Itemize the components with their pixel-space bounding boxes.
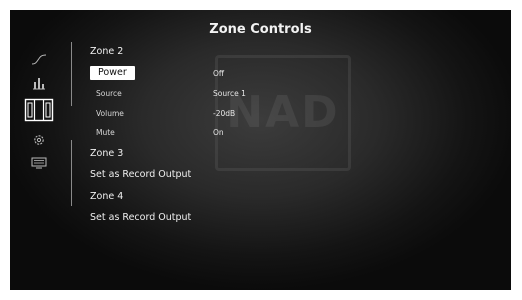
sliders-icon[interactable]: [22, 71, 56, 95]
sidebar-divider: [71, 42, 72, 106]
zone4-record-output[interactable]: Set as Record Output: [90, 212, 191, 223]
setting-power-label[interactable]: Power: [98, 67, 127, 78]
background-logo: NAD: [215, 55, 351, 171]
page-title: Zone Controls: [209, 22, 312, 37]
eq-wave-icon[interactable]: [22, 48, 56, 72]
menu-zone4[interactable]: Zone 4: [90, 191, 123, 202]
display-icon[interactable]: [22, 151, 56, 175]
setting-volume-value: -20dB: [213, 109, 236, 118]
menu-zone3[interactable]: Zone 3: [90, 148, 123, 159]
setting-source-label[interactable]: Source: [96, 89, 122, 98]
setting-mute-value: On: [213, 128, 224, 137]
setting-source-value: Source 1: [213, 89, 246, 98]
menu-zone2[interactable]: Zone 2: [90, 46, 123, 57]
gear-icon[interactable]: [22, 128, 56, 152]
sidebar-divider-lower: [71, 140, 72, 206]
zone-window-icon[interactable]: [22, 96, 56, 124]
tv-screen: NAD Zone Controls Zone 2 Power Off Sourc…: [10, 10, 511, 290]
setting-mute-label[interactable]: Mute: [96, 128, 115, 137]
setting-volume-label[interactable]: Volume: [96, 109, 124, 118]
zone3-record-output[interactable]: Set as Record Output: [90, 169, 191, 180]
setting-power-value: Off: [213, 69, 225, 78]
